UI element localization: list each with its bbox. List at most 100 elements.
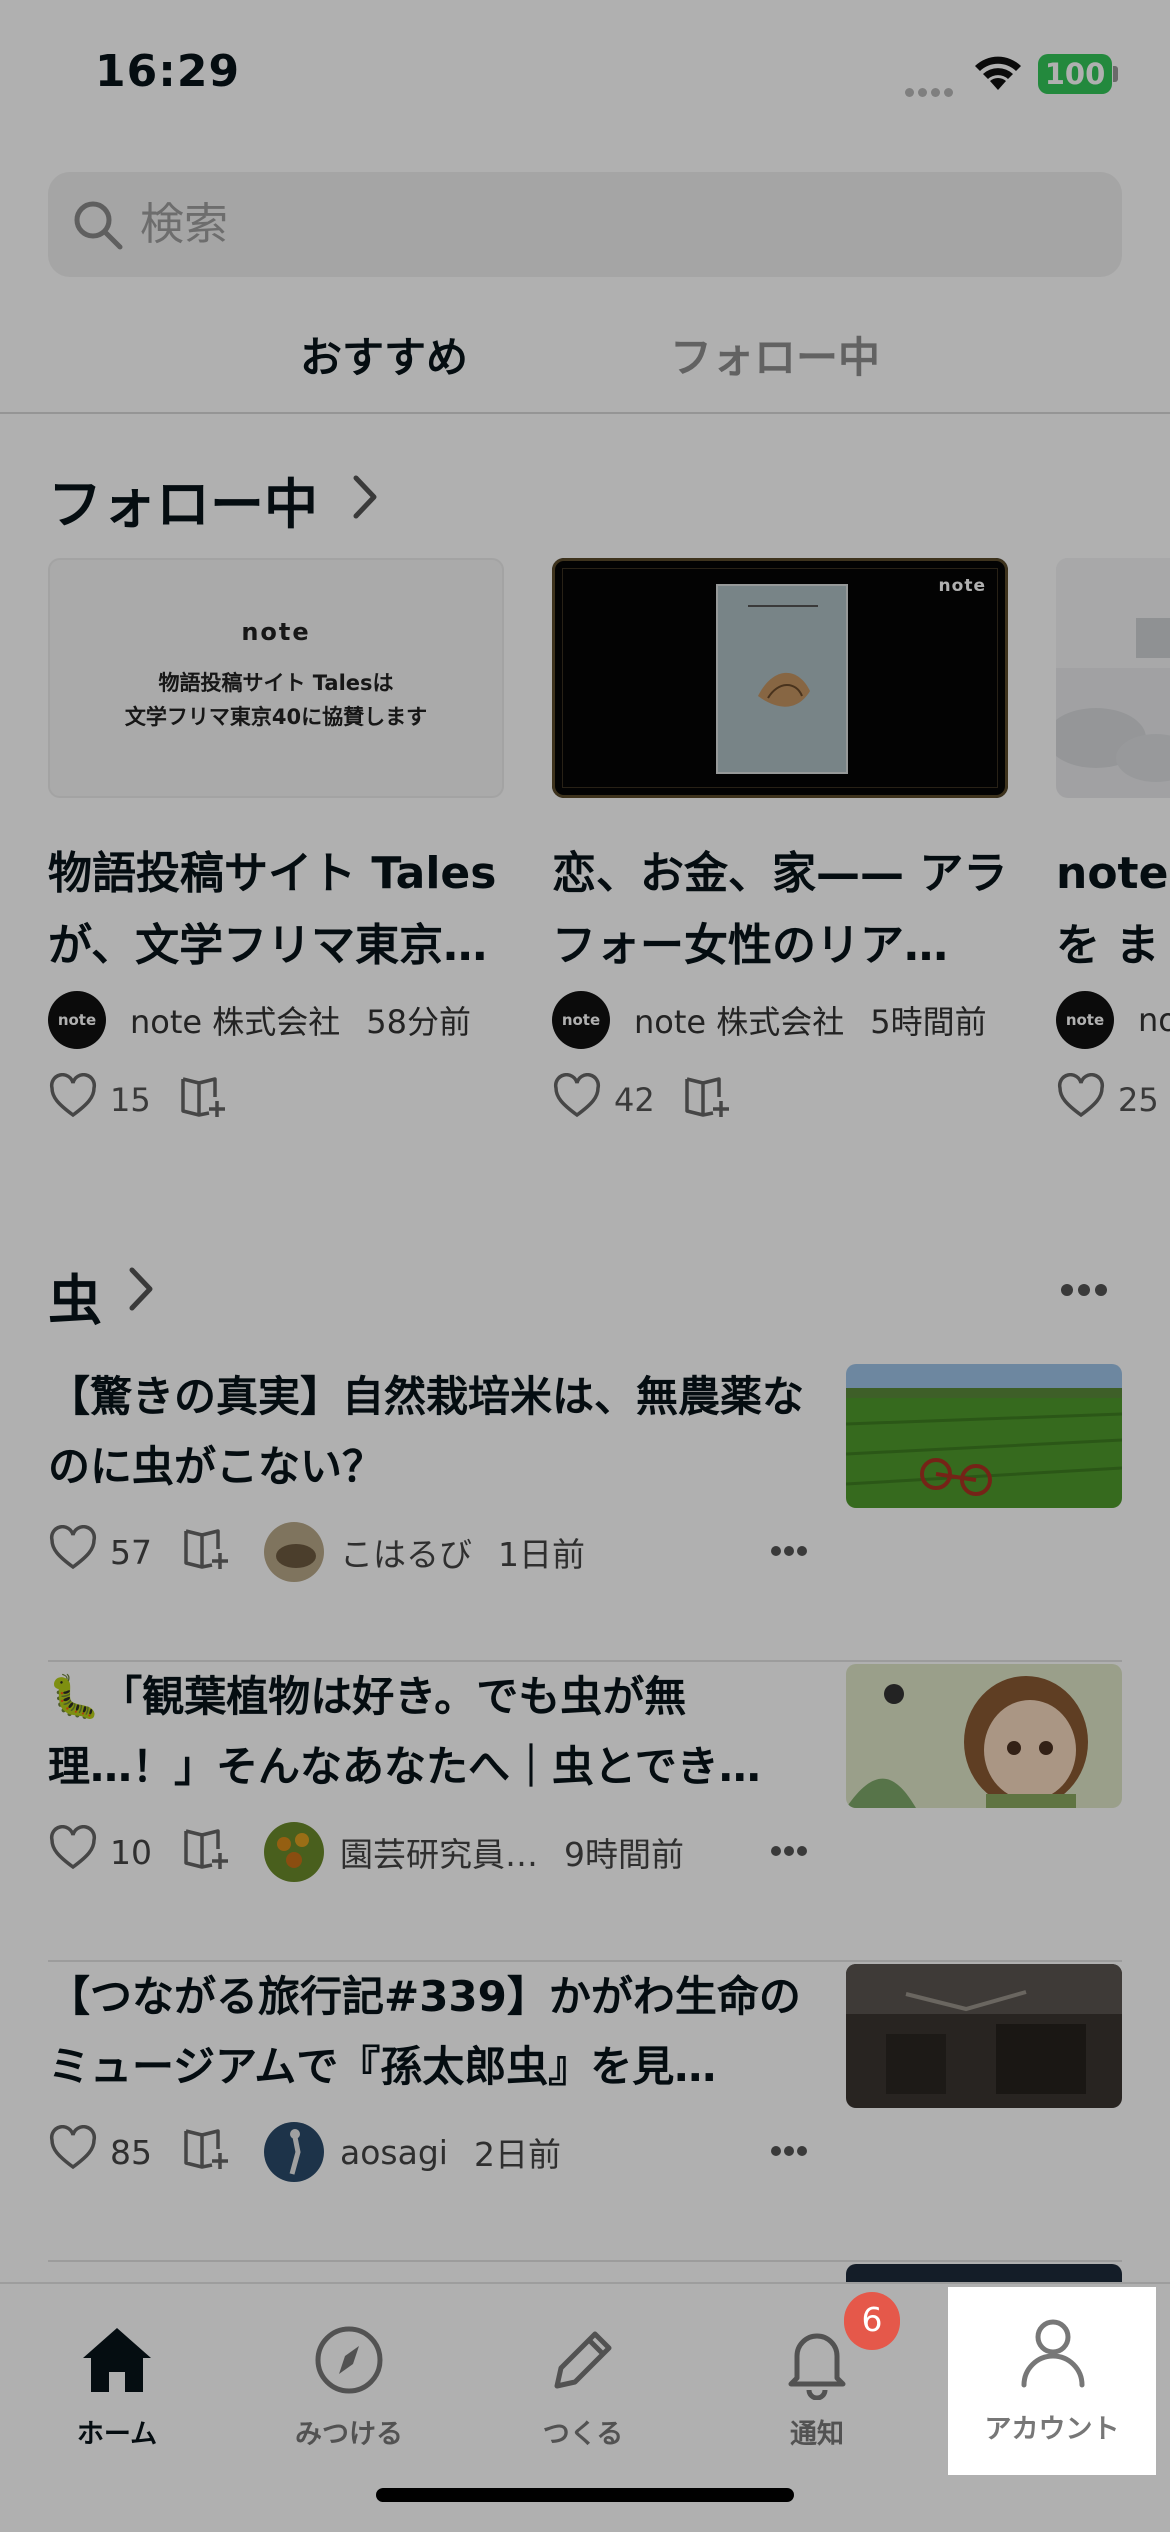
article-title[interactable]: 【驚きの真実】自然栽培米は、無農薬なのに虫がこない？ bbox=[48, 1362, 818, 1502]
heart-icon[interactable] bbox=[1056, 1073, 1106, 1127]
more-options-icon[interactable] bbox=[770, 1826, 808, 1865]
post-time: 1日前 bbox=[498, 1535, 585, 1574]
card-actions: 15 bbox=[48, 1070, 504, 1130]
card-thumbnail: note bbox=[552, 558, 1008, 798]
article-meta: 57 こはるび 1日前 bbox=[48, 1520, 828, 1584]
like-count: 42 bbox=[614, 1081, 655, 1119]
status-bar: 16:29 100 bbox=[0, 0, 1170, 150]
home-icon bbox=[77, 2320, 157, 2404]
author-name[interactable]: note 株式会社 bbox=[130, 997, 340, 1043]
add-to-magazine-icon[interactable] bbox=[179, 1073, 231, 1127]
author-name[interactable]: aosagi bbox=[340, 2133, 448, 2172]
tab-label: つくる bbox=[542, 2419, 624, 2450]
article-thumbnail[interactable] bbox=[846, 1964, 1122, 2108]
card-actions: 25 bbox=[1056, 1070, 1170, 1130]
list-item[interactable]: 🐛「観葉植物は好き。でも虫が無理…！」そんなあなたへ｜虫とでき… 10 園芸研究… bbox=[48, 1662, 1122, 1962]
feed-tabs: おすすめ フォロー中 bbox=[0, 310, 1170, 414]
tab-label: ホーム bbox=[76, 2419, 158, 2450]
post-time: 58分前 bbox=[366, 1003, 472, 1041]
add-to-magazine-icon[interactable] bbox=[683, 1073, 735, 1127]
pencil-icon bbox=[543, 2320, 623, 2404]
avatar[interactable] bbox=[264, 2122, 324, 2182]
book-cover bbox=[716, 584, 848, 774]
wifi-icon bbox=[970, 50, 1026, 98]
following-carousel[interactable]: note 物語投稿サイト Talesは 文学フリマ東京40に協賛します 物語投稿… bbox=[0, 558, 1170, 1158]
thumbnail-text: 物語投稿サイト Talesは 文学フリマ東京40に協賛します bbox=[124, 671, 428, 729]
search-input[interactable] bbox=[140, 192, 1040, 256]
tab-label: みつける bbox=[295, 2419, 403, 2450]
account-icon bbox=[1018, 2315, 1088, 2399]
tab-discover[interactable]: みつける bbox=[254, 2300, 444, 2470]
topic-section-title[interactable]: 虫 bbox=[48, 1256, 102, 1335]
chevron-right-icon[interactable] bbox=[128, 1264, 154, 1318]
add-to-magazine-icon[interactable] bbox=[182, 1825, 234, 1879]
tab-create[interactable]: つくる bbox=[488, 2300, 678, 2470]
card-meta: note note 株式会社 5時間前 bbox=[552, 988, 1008, 1052]
heart-icon[interactable] bbox=[48, 1825, 98, 1879]
status-time: 16:29 bbox=[95, 46, 241, 97]
note-logo: note bbox=[938, 576, 986, 596]
avatar[interactable] bbox=[264, 1822, 324, 1882]
battery-indicator: 100 bbox=[1038, 54, 1112, 94]
article-meta: 85 aosagi 2日前 bbox=[48, 2120, 828, 2184]
author-name[interactable]: note 株式会社 bbox=[634, 997, 844, 1043]
chevron-right-icon[interactable] bbox=[352, 472, 378, 526]
home-indicator bbox=[376, 2488, 794, 2502]
cellular-signal-icon bbox=[905, 82, 957, 101]
bell-icon bbox=[777, 2320, 857, 2404]
card-thumbnail: note 物語投稿サイト Talesは 文学フリマ東京40に協賛します bbox=[48, 558, 504, 798]
heart-icon[interactable] bbox=[48, 1525, 98, 1579]
more-options-icon[interactable] bbox=[1060, 1282, 1108, 1301]
card-title[interactable]: note を まとめ bbox=[1056, 838, 1170, 982]
author-name[interactable]: こはるび bbox=[340, 1528, 472, 1576]
avatar[interactable]: note bbox=[1056, 991, 1114, 1049]
card-meta: note no bbox=[1056, 988, 1170, 1052]
compass-icon bbox=[309, 2320, 389, 2404]
avatar[interactable]: note bbox=[48, 991, 106, 1049]
card-thumbnail bbox=[1056, 558, 1170, 798]
heart-icon[interactable] bbox=[48, 1073, 98, 1127]
following-card[interactable]: note 物語投稿サイト Talesは 文学フリマ東京40に協賛します 物語投稿… bbox=[48, 558, 504, 1130]
article-thumbnail[interactable] bbox=[846, 1664, 1122, 1808]
following-card[interactable]: note 恋、お金、家—— アラフォー女性のリア… note note 株式会社… bbox=[552, 558, 1008, 1130]
tab-label: アカウント bbox=[984, 2414, 1120, 2445]
like-count: 10 bbox=[110, 1832, 152, 1872]
following-card[interactable]: note を まとめ note no 25 bbox=[1056, 558, 1170, 1130]
note-logo: note bbox=[241, 618, 311, 646]
tab-following[interactable]: フォロー中 bbox=[670, 324, 880, 385]
article-meta: 10 園芸研究員… 9時間前 bbox=[48, 1820, 828, 1884]
tab-account[interactable]: アカウント bbox=[948, 2287, 1156, 2475]
post-time: 2日前 bbox=[473, 2135, 561, 2174]
card-actions: 42 bbox=[552, 1070, 1008, 1130]
article-title[interactable]: 🐛「観葉植物は好き。でも虫が無理…！」そんなあなたへ｜虫とでき… bbox=[48, 1662, 818, 1802]
card-meta: note note 株式会社 58分前 bbox=[48, 988, 504, 1052]
heart-icon[interactable] bbox=[552, 1073, 602, 1127]
card-title[interactable]: 物語投稿サイト Tales が、文学フリマ東京… bbox=[48, 838, 504, 982]
search-icon bbox=[70, 197, 126, 257]
add-to-magazine-icon[interactable] bbox=[182, 1525, 234, 1579]
like-count: 15 bbox=[110, 1081, 151, 1119]
author-name[interactable]: no bbox=[1138, 1001, 1170, 1039]
avatar[interactable]: note bbox=[552, 991, 610, 1049]
post-time: 9時間前 bbox=[564, 1835, 684, 1874]
tab-recommended[interactable]: おすすめ bbox=[300, 324, 468, 385]
search-bar[interactable] bbox=[48, 172, 1122, 277]
tab-home[interactable]: ホーム bbox=[22, 2300, 212, 2470]
like-count: 57 bbox=[110, 1532, 152, 1572]
notification-badge-overlay: 6 bbox=[844, 2292, 900, 2348]
following-section-title[interactable]: フォロー中 bbox=[48, 460, 318, 539]
avatar[interactable] bbox=[264, 1522, 324, 1582]
author-name[interactable]: 園芸研究員… bbox=[340, 1828, 538, 1876]
article-title[interactable]: 【つながる旅行記#339】かがわ生命のミュージアムで『孫太郎虫』を見… bbox=[48, 1962, 818, 2102]
list-item[interactable]: 【驚きの真実】自然栽培米は、無農薬なのに虫がこない？ 57 こはるび 1日前 bbox=[48, 1362, 1122, 1662]
card-title[interactable]: 恋、お金、家—— アラフォー女性のリア… bbox=[552, 838, 1008, 982]
battery-tip bbox=[1113, 66, 1118, 82]
heart-icon[interactable] bbox=[48, 2125, 98, 2179]
more-options-icon[interactable] bbox=[770, 1526, 808, 1565]
article-thumbnail[interactable] bbox=[846, 1364, 1122, 1508]
add-to-magazine-icon[interactable] bbox=[182, 2125, 234, 2179]
like-count: 85 bbox=[110, 2132, 152, 2172]
like-count: 25 bbox=[1118, 1081, 1159, 1119]
more-options-icon[interactable] bbox=[770, 2126, 808, 2165]
list-item[interactable]: 【つながる旅行記#339】かがわ生命のミュージアムで『孫太郎虫』を見… 85 a… bbox=[48, 1962, 1122, 2262]
